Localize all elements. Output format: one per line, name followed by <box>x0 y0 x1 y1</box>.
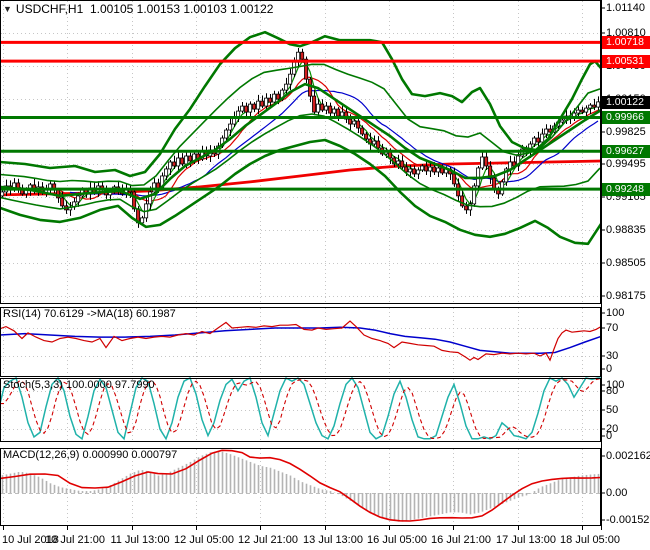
chart-symbol-title: USDCHF,H1 <box>15 2 84 16</box>
macd-axis-label: -0.001527 <box>606 514 650 526</box>
y-axis-label: 0.99495 <box>606 158 646 170</box>
macd-axis-label: 0.002162 <box>606 450 650 462</box>
stoch-indicator-label: Stoch(5,3,3) 100.0000 97.7990 <box>3 379 155 391</box>
x-axis-label: 17 Jul 13:00 <box>496 534 556 546</box>
price-level-badge: 0.99966 <box>602 110 650 124</box>
grid-lines <box>1 1 600 525</box>
chart-collapse-icon[interactable]: ▼ <box>3 4 12 14</box>
y-axis-label: 0.98835 <box>606 224 646 236</box>
y-axis-label: 0.98505 <box>606 257 646 269</box>
rsi-axis-label: 0 <box>606 363 613 375</box>
rsi-indicator-label: RSI(14) 70.6129 ->MA(18) 60.1987 <box>3 308 176 320</box>
stoch-axis-label: 50 <box>606 404 619 416</box>
rsi-lines[interactable] <box>0 320 602 362</box>
current-price-badge: 1.00122 <box>602 95 650 109</box>
chart-ohlc-readout: 1.00105 1.00153 1.00103 1.00122 <box>89 2 274 16</box>
rsi-axis-label: 100 <box>606 307 625 319</box>
chart-window: ▼ USDCHF,H1 1.00105 1.00153 1.00103 1.001… <box>0 0 650 550</box>
x-axis-label: 12 Jul 05:00 <box>174 534 234 546</box>
price-level-badge: 1.00531 <box>602 54 650 68</box>
x-axis-label: 16 Jul 05:00 <box>367 534 427 546</box>
y-axis-label: 0.99825 <box>606 126 646 138</box>
chart-title-bar: ▼ USDCHF,H1 1.00105 1.00153 1.00103 1.001… <box>3 2 273 16</box>
y-axis-label: 1.01140 <box>606 2 645 14</box>
macd-indicator-label: MACD(12,26,9) 0.000990 0.000797 <box>3 449 178 461</box>
price-level-badge: 0.99627 <box>602 144 650 158</box>
rsi-axis-label: 70 <box>606 322 619 334</box>
macd-axis-label: 0.00 <box>606 487 628 499</box>
price-level-badge: 1.00718 <box>602 35 650 49</box>
price-level-badge: 0.99248 <box>602 182 650 196</box>
x-axis-label: 18 Jul 05:00 <box>560 534 620 546</box>
x-axis-label: 13 Jul 13:00 <box>303 534 363 546</box>
rsi-axis-label: 30 <box>606 350 619 362</box>
x-axis-label: 11 Jul 13:00 <box>110 534 170 546</box>
x-axis-label: 10 Jul 21:00 <box>45 534 105 546</box>
macd-histogram <box>1 451 600 522</box>
chart-canvas[interactable] <box>0 0 650 550</box>
x-axis-label: 12 Jul 21:00 <box>238 534 298 546</box>
x-axis-label: 16 Jul 21:00 <box>431 534 491 546</box>
stoch-axis-label: 0 <box>606 430 613 442</box>
y-axis-label: 0.98175 <box>606 290 646 302</box>
stoch-axis-label: 80 <box>606 385 619 397</box>
